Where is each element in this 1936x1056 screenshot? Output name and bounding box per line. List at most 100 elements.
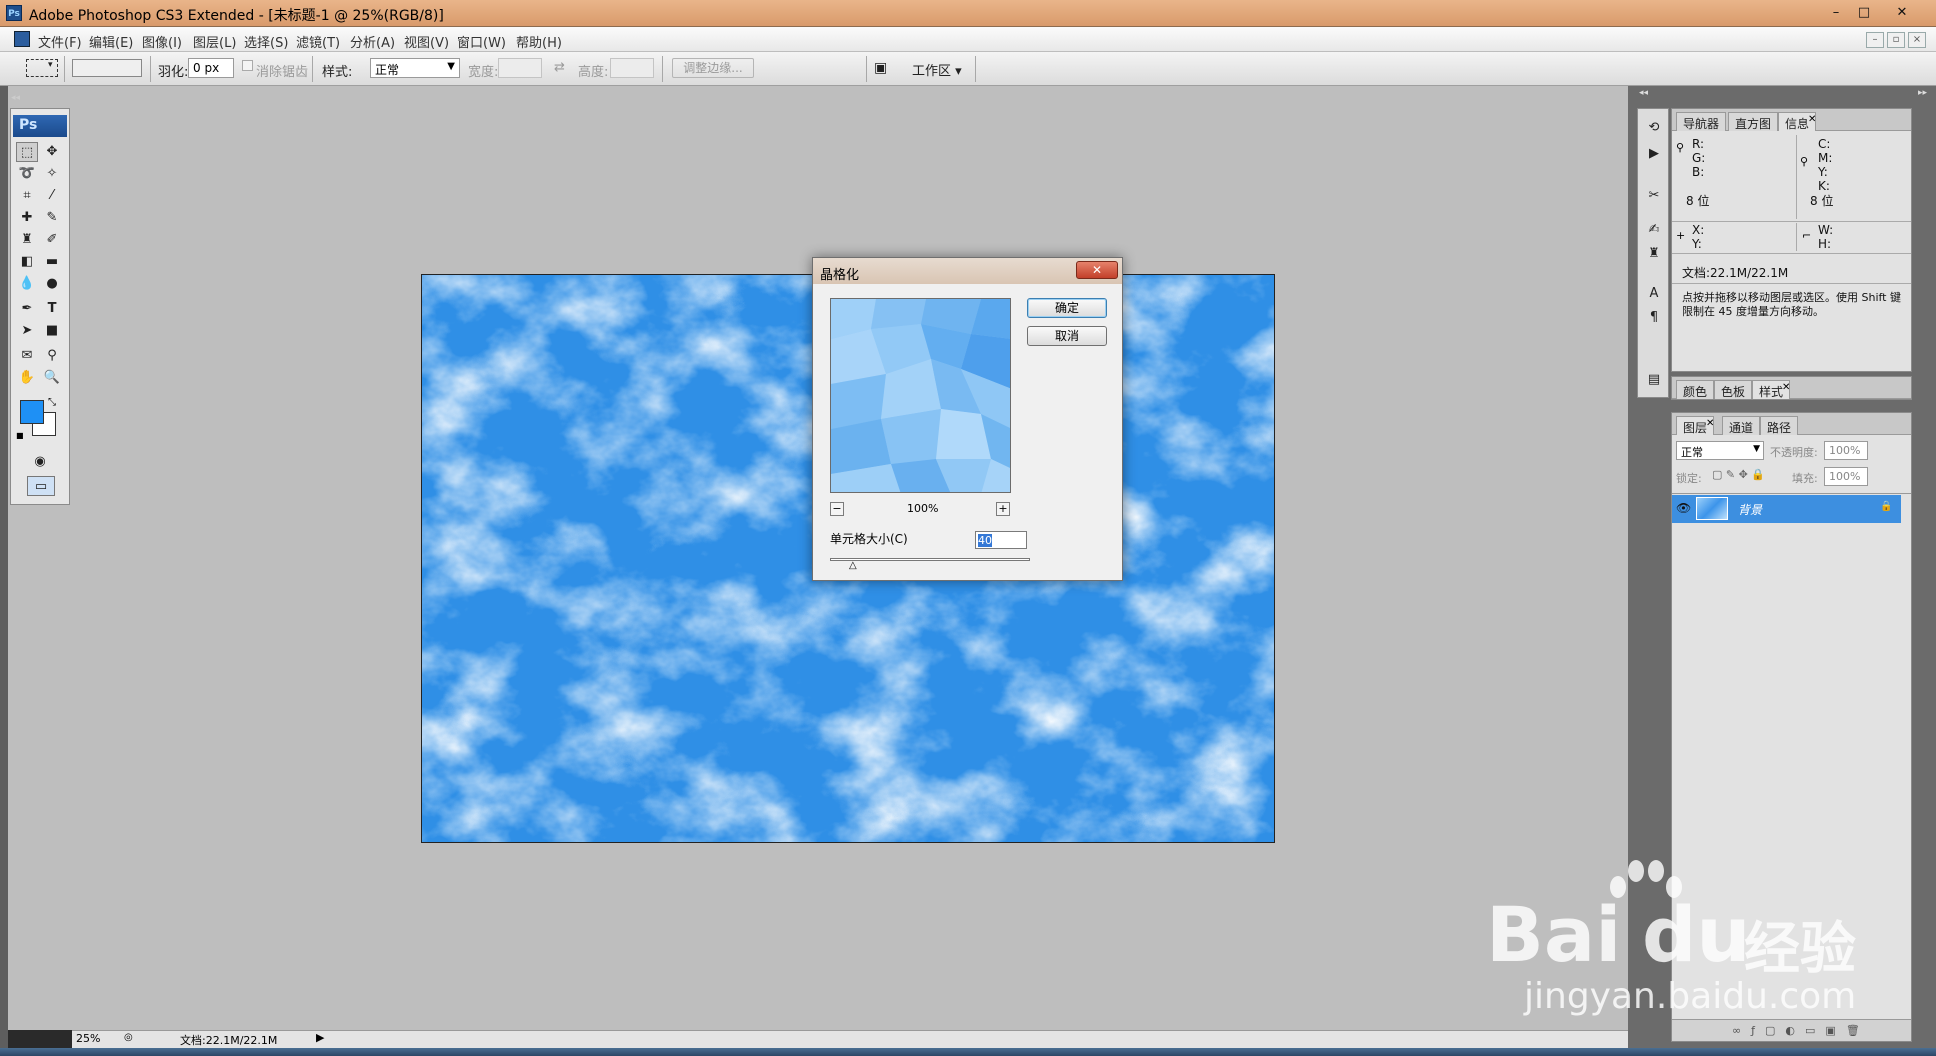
hand-tool-icon[interactable]: ✋ xyxy=(16,368,38,388)
quick-mask-icon[interactable]: ◉ xyxy=(29,452,51,472)
swap-icon[interactable]: ⇄ xyxy=(554,60,565,75)
pen-tool-icon[interactable]: ✒ xyxy=(16,299,38,319)
character-panel-icon[interactable]: A xyxy=(1644,285,1664,303)
refine-edge-button[interactable]: 调整边缘... xyxy=(672,58,754,78)
fill-input[interactable]: 100% xyxy=(1824,467,1868,486)
style-select[interactable]: 正常 ▼ xyxy=(370,58,460,78)
minimize-button[interactable]: – xyxy=(1822,4,1850,23)
menu-filter[interactable]: 滤镜(T) xyxy=(296,32,340,51)
magic-wand-tool-icon[interactable]: ✧ xyxy=(41,164,63,184)
tab-styles-close-icon[interactable]: ✕ xyxy=(1782,382,1790,393)
actions-panel-icon[interactable]: ▶ xyxy=(1644,145,1664,163)
menu-help[interactable]: 帮助(H) xyxy=(516,32,562,51)
blur-tool-icon[interactable]: 💧 xyxy=(16,274,38,294)
lock-icons[interactable]: ▢ ✎ ✥ 🔒 xyxy=(1712,468,1765,481)
dialog-close-button[interactable]: ✕ xyxy=(1076,261,1118,279)
layer-row-background[interactable]: 👁 背景 🔒 xyxy=(1672,495,1901,523)
layer-comps-icon[interactable]: ▤ xyxy=(1644,371,1664,389)
cell-size-slider-thumb[interactable]: △ xyxy=(849,560,857,571)
doc-minimize-icon[interactable]: – xyxy=(1866,32,1884,48)
history-brush-tool-icon[interactable]: ✐ xyxy=(41,230,63,250)
antialias-checkbox[interactable] xyxy=(242,60,253,71)
zoom-in-button[interactable]: + xyxy=(996,502,1010,516)
crop-tool-icon[interactable]: ⌗ xyxy=(16,186,38,206)
tool-presets-icon[interactable]: ✂ xyxy=(1644,187,1664,205)
info-y-coord: Y: xyxy=(1692,237,1702,251)
tab-paths[interactable]: 路径 xyxy=(1760,416,1799,435)
dialog-title: 晶格化 xyxy=(820,268,860,283)
cell-size-slider-track[interactable] xyxy=(830,558,1030,561)
ok-button[interactable]: 确定 xyxy=(1027,298,1107,318)
visibility-eye-icon[interactable]: 👁 xyxy=(1676,501,1691,515)
layers-footer-icons[interactable]: ∞ƒ▢◐▭▣🗑 xyxy=(1672,1019,1911,1041)
doc-restore-icon[interactable]: ▫ xyxy=(1887,32,1905,48)
menu-window[interactable]: 窗口(W) xyxy=(457,32,506,51)
dialog-title-bar[interactable]: 晶格化 ✕ xyxy=(813,258,1122,284)
menu-file[interactable]: 文件(F) xyxy=(38,32,82,51)
default-colors-icon[interactable]: ■ xyxy=(16,431,24,440)
tab-histogram[interactable]: 直方图 xyxy=(1728,112,1779,131)
status-arrow-icon[interactable]: ▶ xyxy=(316,1031,324,1044)
eraser-tool-icon[interactable]: ◧ xyxy=(16,252,38,272)
toolbox-collapse-icon[interactable]: ◂◂ xyxy=(11,93,71,107)
clone-source-icon[interactable]: ♜ xyxy=(1644,245,1664,263)
close-button[interactable]: ✕ xyxy=(1888,4,1916,23)
zoom-tool-icon[interactable]: 🔍 xyxy=(41,368,63,388)
selection-mode-icons[interactable] xyxy=(72,59,142,77)
filter-preview[interactable] xyxy=(830,298,1011,493)
tab-color[interactable]: 颜色 xyxy=(1676,380,1715,399)
menu-edit[interactable]: 编辑(E) xyxy=(89,32,133,51)
tab-navigator[interactable]: 导航器 xyxy=(1676,112,1727,131)
width-input[interactable] xyxy=(498,58,542,78)
slice-tool-icon[interactable]: ⁄ xyxy=(41,186,63,206)
workspace-button[interactable]: 工作区 ▾ xyxy=(912,60,962,79)
notes-tool-icon[interactable]: ✉ xyxy=(16,346,38,366)
move-tool-icon[interactable]: ✥ xyxy=(41,142,63,162)
preset-dropdown-icon[interactable]: ▾ xyxy=(48,60,53,70)
status-info-icon[interactable]: ◎ xyxy=(124,1032,133,1043)
menu-select[interactable]: 选择(S) xyxy=(244,32,288,51)
opacity-input[interactable]: 100% xyxy=(1824,441,1868,460)
brushes-panel-icon[interactable]: ✍ xyxy=(1644,221,1664,239)
screen-mode-icon[interactable]: ▭ xyxy=(27,476,55,496)
bridge-icon[interactable]: ▣ xyxy=(874,60,887,76)
dodge-tool-icon[interactable]: ● xyxy=(41,274,63,294)
dock-expand-icon[interactable]: ▸▸ xyxy=(1918,88,1927,98)
path-selection-tool-icon[interactable]: ➤ xyxy=(16,321,38,341)
dock-collapse-icon[interactable]: ◂◂ xyxy=(1639,88,1648,98)
tab-info-close-icon[interactable]: ✕ xyxy=(1808,114,1816,125)
marquee-preset-icon[interactable] xyxy=(26,59,58,77)
type-tool-icon[interactable]: T xyxy=(41,299,63,319)
status-zoom[interactable]: 25% xyxy=(76,1032,100,1045)
height-input[interactable] xyxy=(610,58,654,78)
document-icon[interactable] xyxy=(14,31,30,47)
gradient-tool-icon[interactable]: ▬ xyxy=(41,252,63,272)
menu-analysis[interactable]: 分析(A) xyxy=(350,32,395,51)
eyedropper-tool-icon[interactable]: ⚲ xyxy=(41,346,63,366)
cancel-button[interactable]: 取消 xyxy=(1027,326,1107,346)
height-label: 高度: xyxy=(578,65,609,80)
blend-mode-select[interactable]: 正常 ▼ xyxy=(1676,441,1764,460)
menu-layer[interactable]: 图层(L) xyxy=(193,32,236,51)
swap-colors-icon[interactable]: ⤡ xyxy=(48,397,56,408)
rect-marquee-tool-icon[interactable]: ⬚ xyxy=(16,142,38,162)
feather-input[interactable]: 0 px xyxy=(188,58,234,78)
shape-tool-icon[interactable]: ■ xyxy=(41,321,63,341)
foreground-color-swatch[interactable] xyxy=(20,400,44,424)
layers-panel: 图层 ✕ 通道 路径 正常 ▼ 不透明度: 100% 锁定: ▢ ✎ ✥ 🔒 填充… xyxy=(1671,412,1912,1042)
doc-close-icon[interactable]: × xyxy=(1908,32,1926,48)
tab-swatches[interactable]: 色板 xyxy=(1714,380,1753,399)
brush-tool-icon[interactable]: ✎ xyxy=(41,208,63,228)
tab-channels[interactable]: 通道 xyxy=(1722,416,1761,435)
paragraph-panel-icon[interactable]: ¶ xyxy=(1644,309,1664,327)
lasso-tool-icon[interactable]: ➰ xyxy=(16,164,38,184)
maximize-button[interactable]: □ xyxy=(1850,4,1878,23)
history-panel-icon[interactable]: ⟲ xyxy=(1644,119,1664,137)
menu-view[interactable]: 视图(V) xyxy=(404,32,449,51)
tab-layers-close-icon[interactable]: ✕ xyxy=(1706,418,1714,429)
clone-stamp-tool-icon[interactable]: ♜ xyxy=(16,230,38,250)
menu-image[interactable]: 图像(I) xyxy=(142,32,182,51)
cell-size-input[interactable]: 40 xyxy=(975,531,1027,549)
zoom-out-button[interactable]: − xyxy=(830,502,844,516)
healing-brush-tool-icon[interactable]: ✚ xyxy=(16,208,38,228)
